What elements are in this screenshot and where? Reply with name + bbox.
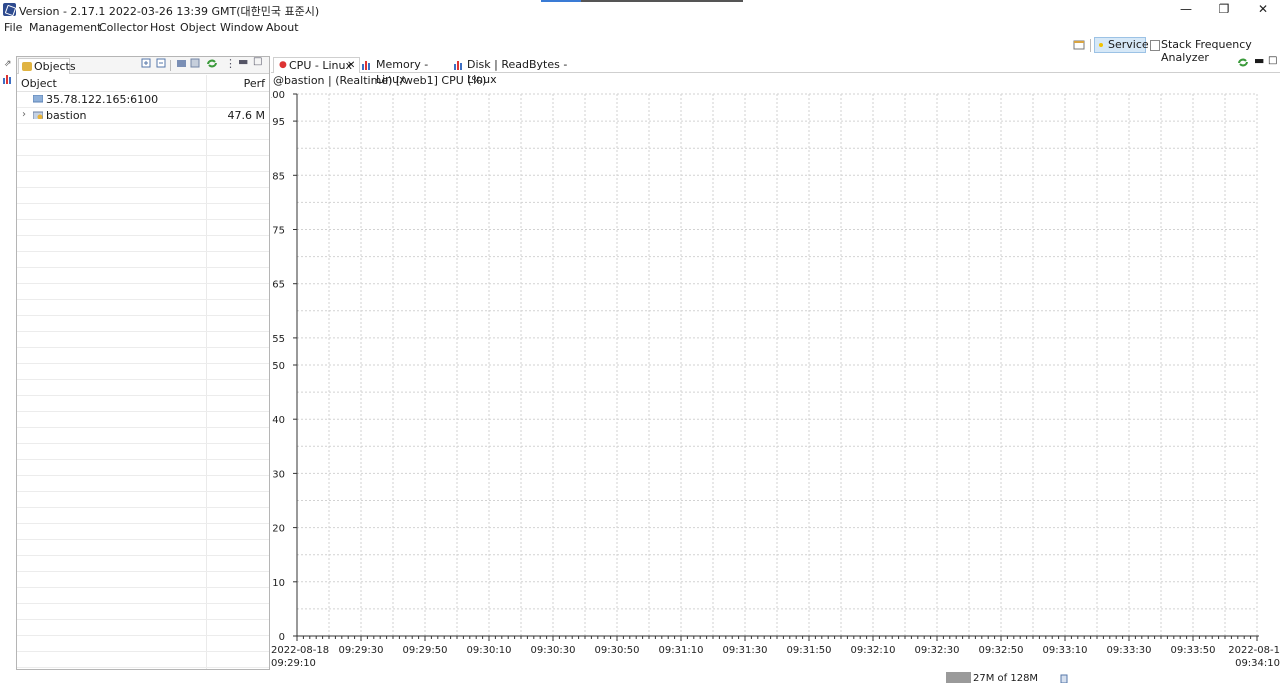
restore-view-icon[interactable]: ⇗: [4, 59, 12, 69]
chart-tabbar: ● CPU - Linux ✕ Memory - Linux Disk | Re…: [271, 54, 1280, 86]
objects-tab-label: Objects: [34, 60, 76, 73]
open-perspective-icon[interactable]: [1073, 39, 1086, 51]
objects-panel: Objects ⋮ ▬ □ Object Perf 35.78.122.165:…: [16, 55, 270, 670]
app-logo-icon: [3, 3, 16, 16]
menu-bar: File Management Collector Host Object Wi…: [0, 19, 1280, 37]
x-tick-label: 09:32:10: [851, 645, 896, 656]
objects-folder-icon: [22, 62, 32, 71]
x-tick-label: 09:33:10: [1043, 645, 1088, 656]
objects-tab[interactable]: Objects: [18, 58, 76, 74]
left-trim-strip: ⇗: [0, 56, 15, 683]
tab-memory-linux[interactable]: Memory - Linux: [362, 57, 452, 86]
y-tick-label: 10: [272, 578, 285, 589]
x-tick-label: 09:30:10: [467, 645, 512, 656]
tree-row-server[interactable]: 35.78.122.165:6100: [17, 92, 269, 107]
y-tick-label: 85: [272, 171, 285, 182]
y-tick-label: 55: [272, 334, 285, 345]
x-tick-label: 09:29:10: [271, 658, 316, 669]
restore-button[interactable]: ❐: [1214, 2, 1234, 18]
view-menu-icon[interactable]: ⋮: [225, 57, 236, 70]
x-tick-label: 2022-08-18: [271, 645, 329, 656]
column-perf[interactable]: Perf: [244, 77, 265, 90]
x-tick-label: 09:31:30: [723, 645, 768, 656]
x-tick-label: 09:30:50: [595, 645, 640, 656]
cpu-chart: 0 10 20 30 40 50 55 65 75 85 95 100 2022-08-18 09:29:…: [271, 90, 1280, 669]
tab-cpu-linux[interactable]: ● CPU - Linux ✕: [273, 57, 360, 73]
y-tick-label: 50: [272, 361, 285, 372]
host-icon: [33, 111, 43, 119]
bar-chart-icon: [362, 60, 373, 70]
perspective-toolbar: [0, 37, 1280, 55]
y-tick-label: 40: [272, 415, 285, 426]
y-tick-label: 65: [272, 280, 285, 291]
service-label: Service: [1108, 38, 1149, 51]
menu-object[interactable]: Object: [180, 21, 216, 34]
bar-chart-icon[interactable]: [2, 73, 13, 84]
x-tick-label: 09:30:30: [531, 645, 576, 656]
tree-label: bastion: [46, 109, 87, 122]
close-window-button[interactable]: ✕: [1253, 2, 1273, 18]
x-tick-label: 09:33:50: [1171, 645, 1216, 656]
minimize-button[interactable]: —: [1176, 2, 1196, 18]
x-tick-label: 09:31:10: [659, 645, 704, 656]
title-progress-indicator: [541, 0, 743, 2]
x-tick-label: 09:29:50: [403, 645, 448, 656]
bar-chart-icon: [454, 60, 465, 70]
refresh-chart-icon[interactable]: [1237, 57, 1249, 68]
refresh-icon[interactable]: [206, 58, 218, 69]
y-tick-label: 30: [272, 469, 285, 480]
toolbar-separator: [1090, 39, 1091, 52]
heap-usage-bar: [946, 672, 971, 683]
x-tick-label: 09:32:30: [915, 645, 960, 656]
minimize-panel-icon[interactable]: ▬: [238, 55, 248, 68]
x-tick-label: 09:31:50: [787, 645, 832, 656]
tree-row-bastion[interactable]: › bastion 47.6 M: [17, 108, 269, 123]
tree-perf-value: 47.6 M: [227, 109, 265, 122]
objects-table-header: Object Perf: [17, 75, 269, 92]
x-tick-label: 09:29:30: [339, 645, 384, 656]
menu-file[interactable]: File: [4, 21, 22, 34]
chart-subtitle: @bastion | (Realtime) [/web1] CPU (%): [273, 74, 487, 87]
menu-collector[interactable]: Collector: [99, 21, 148, 34]
red-dot-icon: ●: [279, 60, 287, 70]
menu-management[interactable]: Management: [29, 21, 101, 34]
x-tick-label: 09:34:10: [1235, 658, 1280, 669]
x-tick-label: 09:32:50: [979, 645, 1024, 656]
y-tick-label: 95: [272, 117, 285, 128]
tab-disk-readbytes-linux[interactable]: Disk | ReadBytes - Linux: [454, 57, 580, 86]
minimize-editor-icon[interactable]: ▬: [1254, 54, 1264, 67]
host-list-icon[interactable]: [190, 58, 201, 69]
maximize-editor-icon[interactable]: □: [1268, 55, 1277, 66]
server-list-icon[interactable]: [176, 58, 187, 69]
heap-usage-text: 27M of 128M: [973, 673, 1039, 684]
collapse-all-icon[interactable]: [156, 58, 167, 69]
menu-about[interactable]: About: [266, 21, 299, 34]
x-tick-label: 09:33:30: [1107, 645, 1152, 656]
trash-icon[interactable]: [1059, 673, 1069, 683]
menu-host[interactable]: Host: [150, 21, 175, 34]
close-tab-icon[interactable]: ✕: [347, 58, 355, 73]
window-title: Version - 2.17.1 2022-03-26 13:39 GMT(대한…: [19, 5, 320, 18]
maximize-panel-icon[interactable]: □: [253, 56, 262, 67]
table-row-lines: [17, 92, 269, 669]
tab-label: CPU - Linux: [289, 59, 352, 72]
objects-tabbar: Objects ⋮ ▬ □: [17, 55, 269, 74]
chart-editor-area: ● CPU - Linux ✕ Memory - Linux Disk | Re…: [271, 54, 1280, 683]
panel-separator: [170, 60, 171, 71]
tree-label: 35.78.122.165:6100: [46, 93, 159, 106]
menu-window[interactable]: Window: [220, 21, 263, 34]
service-perspective-button[interactable]: Service: [1094, 37, 1149, 53]
x-tick-label: 2022-08-1: [1228, 645, 1280, 656]
column-object[interactable]: Object: [21, 77, 57, 90]
y-tick-label: 100: [271, 90, 285, 101]
expand-all-icon[interactable]: [141, 58, 152, 69]
y-tick-label: 20: [272, 524, 285, 535]
y-tick-label: 0: [279, 632, 285, 643]
title-bar: Version - 2.17.1 2022-03-26 13:39 GMT(대한…: [0, 0, 1280, 19]
expand-chevron-icon[interactable]: ›: [22, 109, 26, 120]
y-tick-label: 75: [272, 226, 285, 237]
server-icon: [33, 95, 43, 103]
service-icon: [1099, 43, 1103, 47]
heap-status[interactable]: 27M of 128M: [946, 672, 1068, 684]
